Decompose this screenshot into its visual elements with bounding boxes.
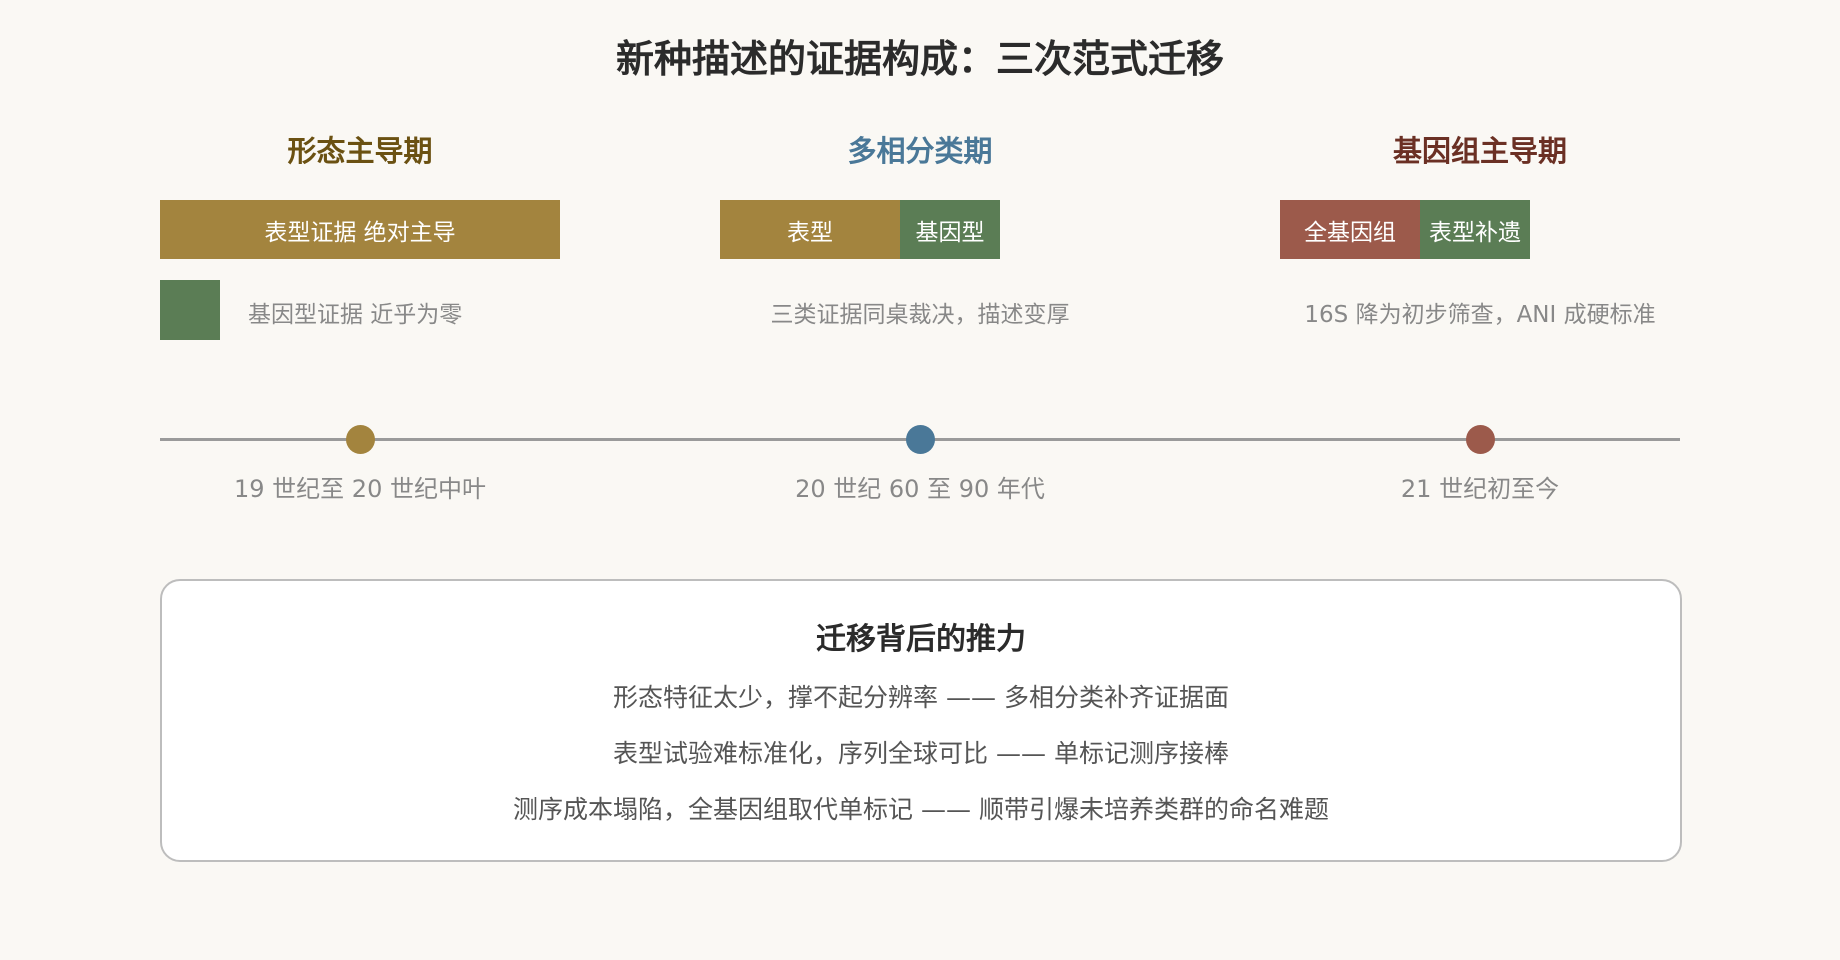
driver-line-2: 表型试验难标准化，序列全球可比 —— 单标记测序接棒 xyxy=(613,739,1229,768)
phase-3-description: 16S 降为初步筛查，ANI 成硬标准 xyxy=(1304,302,1656,328)
timeline-dot-2 xyxy=(906,425,935,454)
driver-line-3: 测序成本塌陷，全基因组取代单标记 —— 顺带引爆未培养类群的命名难题 xyxy=(513,795,1329,824)
phase-3-phenotype-supplement-bar: 表型补遗 xyxy=(1420,200,1530,259)
timeline-dot-1 xyxy=(346,425,375,454)
diagram-title: 新种描述的证据构成：三次范式迁移 xyxy=(615,37,1224,81)
phase-2-phenotype-bar: 表型 xyxy=(720,200,900,259)
phase-3-era: 21 世纪初至今 xyxy=(1400,475,1560,503)
timeline-dot-3 xyxy=(1466,425,1495,454)
phase-2-title: 多相分类期 xyxy=(847,134,993,168)
phase-2-genotype-bar: 基因型 xyxy=(900,200,1000,259)
phase-1-title: 形态主导期 xyxy=(287,134,433,168)
drivers-title: 迁移背后的推力 xyxy=(816,622,1026,657)
phase-1-genotype-label: 基因型证据 近乎为零 xyxy=(248,302,463,328)
phase-1-phenotype-bar: 表型证据 绝对主导 xyxy=(160,200,560,259)
phase-3-title: 基因组主导期 xyxy=(1392,134,1567,168)
driver-line-1: 形态特征太少，撑不起分辨率 —— 多相分类补齐证据面 xyxy=(613,683,1229,712)
phase-2-description: 三类证据同桌裁决，描述变厚 xyxy=(770,302,1070,328)
phase-2-era: 20 世纪 60 至 90 年代 xyxy=(795,475,1045,503)
phase-1-genotype-marker xyxy=(160,280,220,340)
phase-3-genome-bar: 全基因组 xyxy=(1280,200,1420,259)
phase-1-era: 19 世纪至 20 世纪中叶 xyxy=(234,475,486,503)
